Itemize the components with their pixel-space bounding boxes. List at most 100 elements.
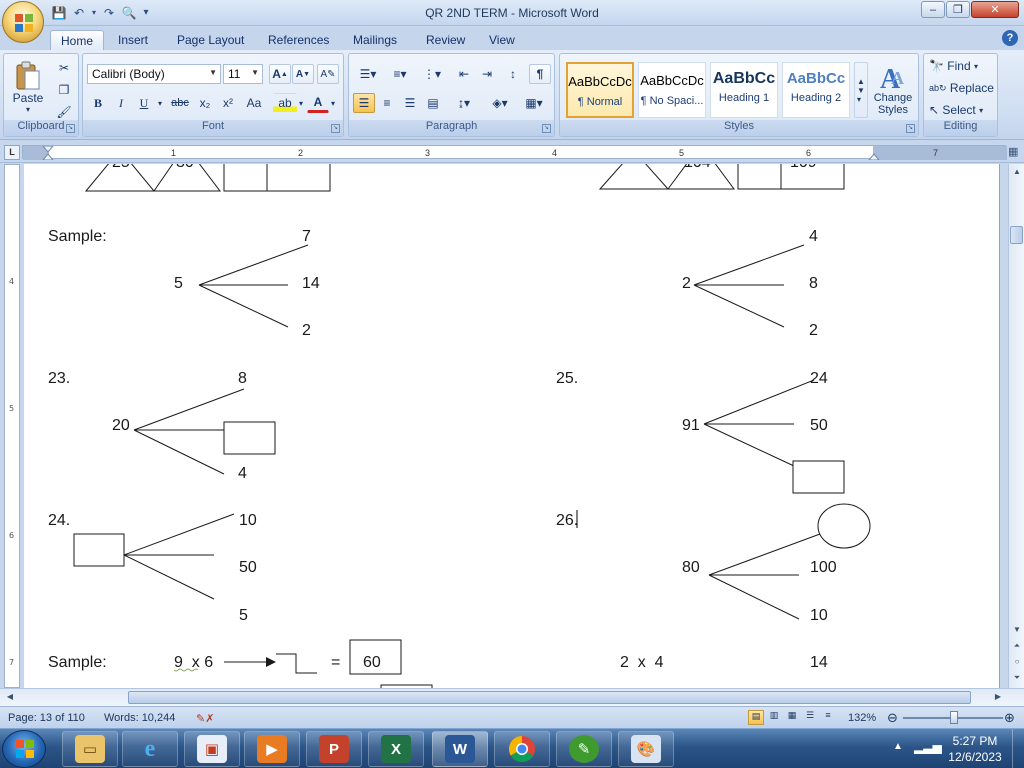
- vertical-scroll-thumb[interactable]: [1010, 226, 1023, 244]
- cut-icon[interactable]: ✂: [54, 58, 74, 78]
- multilevel-list-button[interactable]: ⋮▾: [417, 64, 447, 84]
- change-case-button[interactable]: Aa: [241, 93, 267, 113]
- font-family-combo[interactable]: Calibri (Body) ▼: [87, 64, 221, 84]
- tab-home[interactable]: Home: [50, 30, 105, 50]
- taskbar-paint[interactable]: 🎨: [618, 731, 674, 767]
- style-heading-1[interactable]: AaBbCc Heading 1: [710, 62, 778, 118]
- subscript-button[interactable]: x₂: [194, 93, 216, 113]
- q24-answer-box[interactable]: [73, 533, 125, 567]
- highlight-dropdown-icon[interactable]: ▾: [297, 93, 305, 113]
- tab-view[interactable]: View: [479, 30, 525, 50]
- taskbar-media-center[interactable]: ▣: [184, 731, 240, 767]
- underline-dropdown-icon[interactable]: ▾: [155, 93, 165, 113]
- tab-selector-button[interactable]: L: [4, 145, 20, 160]
- help-icon[interactable]: ?: [1002, 30, 1018, 46]
- font-dialog-launcher[interactable]: ↘: [331, 124, 340, 133]
- web-layout-icon[interactable]: ▦: [784, 710, 800, 725]
- tab-review[interactable]: Review: [416, 30, 475, 50]
- tab-page-layout[interactable]: Page Layout: [167, 30, 254, 50]
- browse-object-icon[interactable]: ○: [1011, 656, 1023, 668]
- taskbar-excel[interactable]: X: [368, 731, 424, 767]
- style-heading-2[interactable]: AaBbCc Heading 2: [782, 62, 850, 118]
- line-spacing-button[interactable]: ↨▾: [449, 93, 479, 113]
- increase-indent-button[interactable]: ⇥: [476, 64, 498, 84]
- align-center-button[interactable]: ≡: [376, 93, 398, 113]
- justify-button[interactable]: ▤: [422, 93, 444, 113]
- show-marks-button[interactable]: ¶: [529, 64, 551, 84]
- start-button[interactable]: [2, 730, 46, 768]
- clock-time[interactable]: 5:27 PM: [940, 734, 1010, 748]
- clear-formatting-button[interactable]: A✎: [317, 64, 339, 84]
- q26-answer-circle[interactable]: [817, 503, 871, 549]
- maximize-button[interactable]: ❐: [946, 1, 970, 18]
- show-desktop-button[interactable]: [1012, 729, 1024, 768]
- styles-dialog-launcher[interactable]: ↘: [906, 124, 915, 133]
- scroll-right-icon[interactable]: ▶: [992, 691, 1004, 703]
- strikethrough-button[interactable]: abc: [167, 93, 193, 113]
- minimize-button[interactable]: ‒: [921, 1, 945, 18]
- zoom-level[interactable]: 132%: [848, 712, 876, 724]
- align-left-button[interactable]: ☰: [353, 93, 375, 113]
- taskbar-word[interactable]: W: [432, 731, 488, 767]
- styles-scroll[interactable]: ▲ ▼ ▾: [854, 62, 868, 118]
- draft-icon[interactable]: ≡: [820, 710, 836, 725]
- font-size-combo[interactable]: 11 ▼: [223, 64, 263, 84]
- style-no-spacing[interactable]: AaBbCcDc ¶ No Spaci...: [638, 62, 706, 118]
- borders-button[interactable]: ▦▾: [519, 93, 549, 113]
- clock-date[interactable]: 12/6/2023: [940, 750, 1010, 764]
- proofing-icon[interactable]: ✎✗: [196, 712, 214, 725]
- vertical-scrollbar[interactable]: ▲ ▼ ⏶ ○ ⏷: [1008, 164, 1024, 688]
- scroll-left-icon[interactable]: ◀: [4, 691, 16, 703]
- superscript-button[interactable]: x²: [217, 93, 239, 113]
- page-count[interactable]: Page: 13 of 110: [8, 712, 85, 724]
- bold-button[interactable]: B: [87, 93, 109, 113]
- print-layout-icon[interactable]: ▤: [748, 710, 764, 725]
- q23-answer-box[interactable]: [223, 421, 276, 455]
- paste-button[interactable]: Paste ▾: [8, 58, 48, 116]
- bullets-button[interactable]: ☰▾: [353, 64, 383, 84]
- taskbar-media-player[interactable]: ▶: [244, 731, 300, 767]
- vertical-ruler[interactable]: 4 5 6 7: [4, 164, 20, 688]
- scroll-up-icon[interactable]: ▲: [1011, 166, 1023, 178]
- zoom-slider-knob[interactable]: [950, 711, 958, 724]
- format-painter-icon[interactable]: 🖌: [54, 102, 74, 122]
- scroll-down-icon[interactable]: ▼: [1011, 624, 1023, 636]
- numbering-button[interactable]: ≡▾: [385, 64, 415, 84]
- taskbar-powerpoint[interactable]: P: [306, 731, 362, 767]
- word-count[interactable]: Words: 10,244: [104, 712, 175, 724]
- horizontal-scroll-thumb[interactable]: [128, 691, 971, 704]
- outline-icon[interactable]: ☰: [802, 710, 818, 725]
- paste-dropdown-icon[interactable]: ▾: [26, 105, 30, 114]
- close-button[interactable]: ✕: [971, 1, 1019, 18]
- tab-insert[interactable]: Insert: [108, 30, 158, 50]
- taskbar-explorer[interactable]: ▭: [62, 731, 118, 767]
- view-ruler-icon[interactable]: ▦: [1008, 145, 1022, 159]
- zoom-out-icon[interactable]: ⊖: [887, 710, 898, 726]
- document-page[interactable]: 25 30 104 109 Sample: 5 7 14 2 2 4 8: [24, 164, 1000, 688]
- underline-button[interactable]: U: [133, 93, 155, 113]
- office-button[interactable]: [2, 1, 44, 43]
- show-hidden-icons-icon[interactable]: ▲: [893, 741, 903, 752]
- decrease-indent-button[interactable]: ⇤: [453, 64, 475, 84]
- italic-button[interactable]: I: [110, 93, 132, 113]
- sort-button[interactable]: ↕: [502, 64, 524, 84]
- change-styles-button[interactable]: A A Change Styles: [870, 58, 916, 120]
- taskbar-internet-explorer[interactable]: e: [122, 731, 178, 767]
- tab-references[interactable]: References: [258, 30, 339, 50]
- font-color-button[interactable]: A: [307, 93, 329, 113]
- find-button[interactable]: 🔭 Find ▾: [928, 56, 994, 76]
- font-color-dropdown-icon[interactable]: ▾: [329, 93, 337, 113]
- taskbar-greenshot[interactable]: ✎: [556, 731, 612, 767]
- taskbar-chrome[interactable]: [494, 731, 550, 767]
- replace-button[interactable]: ab↻ Replace: [928, 78, 994, 98]
- paragraph-dialog-launcher[interactable]: ↘: [542, 124, 551, 133]
- style-normal[interactable]: AaBbCcDc ¶ Normal: [566, 62, 634, 118]
- highlight-button[interactable]: ab: [273, 93, 297, 113]
- shading-button[interactable]: ◈▾: [485, 93, 515, 113]
- ruler-strip[interactable]: 1 2 3 4 5 6 7: [22, 145, 1007, 160]
- full-screen-reading-icon[interactable]: ▥: [766, 710, 782, 725]
- shrink-font-button[interactable]: A ▼: [292, 64, 314, 84]
- select-button[interactable]: ↖ Select ▾: [928, 100, 994, 120]
- next-page-icon[interactable]: ⏷: [1011, 672, 1023, 684]
- tab-mailings[interactable]: Mailings: [343, 30, 407, 50]
